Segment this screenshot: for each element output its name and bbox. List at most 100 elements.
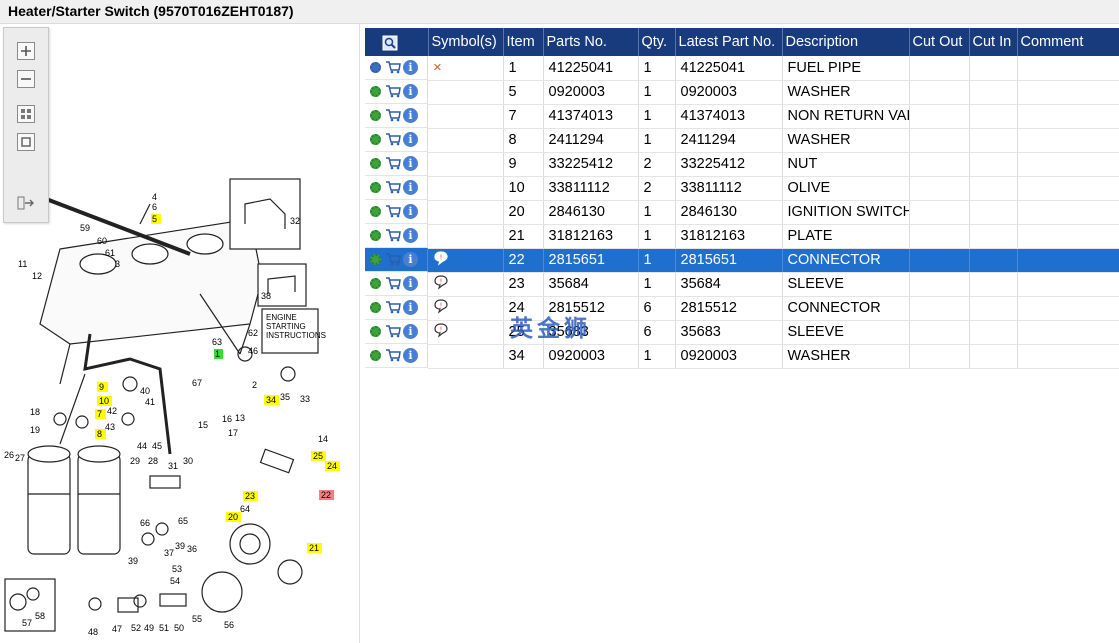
- symbol-cell: !: [428, 272, 504, 297]
- info-icon[interactable]: i: [403, 276, 418, 291]
- zoom-out-button[interactable]: [17, 70, 35, 88]
- col-header-qty[interactable]: Qty.: [638, 28, 676, 56]
- svg-text:60: 60: [97, 236, 107, 246]
- table-row[interactable]: i 8 2411294 1 2411294 WASHER: [365, 128, 1119, 153]
- col-header-description[interactable]: Description: [782, 28, 910, 56]
- cart-icon[interactable]: [385, 180, 401, 196]
- settings-gear-icon[interactable]: [370, 326, 381, 337]
- comment-cell: [1017, 248, 1119, 273]
- cart-icon[interactable]: [385, 348, 401, 364]
- col-header-parts-no[interactable]: Parts No.: [543, 28, 639, 56]
- zoom-in-button[interactable]: [17, 42, 35, 60]
- symbol-cell: [428, 344, 504, 369]
- col-header-item[interactable]: Item: [503, 28, 544, 56]
- cart-icon[interactable]: [385, 204, 401, 220]
- cart-icon[interactable]: [385, 132, 401, 148]
- cut-in-cell: [969, 296, 1018, 321]
- col-header-cut-in[interactable]: Cut In: [969, 28, 1018, 56]
- settings-gear-icon[interactable]: [370, 158, 381, 169]
- info-icon[interactable]: i: [403, 180, 418, 195]
- col-header-symbols[interactable]: Symbol(s): [428, 28, 504, 56]
- cut-out-cell: [909, 248, 970, 273]
- cut-out-cell: [909, 200, 970, 225]
- fit-page-button[interactable]: [17, 133, 35, 151]
- info-icon[interactable]: i: [403, 300, 418, 315]
- parts-diagram[interactable]: ENGINE STARTING INSTRUCTIONS 46 5 596061…: [0, 24, 360, 643]
- row-actions: i: [365, 248, 428, 272]
- col-header-comment[interactable]: Comment: [1017, 28, 1119, 56]
- table-row[interactable]: i 34 0920003 1 0920003 WASHER: [365, 344, 1119, 369]
- note-bubble-icon[interactable]: !: [433, 274, 449, 290]
- latest-part-no-cell: 2846130: [675, 200, 783, 225]
- table-row[interactable]: i 10 33811112 2 33811112 OLIVE: [365, 176, 1119, 201]
- table-row[interactable]: i 9 33225412 2 33225412 NUT: [365, 152, 1119, 177]
- note-bubble-icon[interactable]: !: [433, 298, 449, 314]
- cart-icon[interactable]: [385, 252, 401, 268]
- cart-icon[interactable]: [385, 228, 401, 244]
- settings-gear-icon[interactable]: [370, 206, 381, 217]
- info-icon[interactable]: i: [403, 228, 418, 243]
- info-icon[interactable]: i: [403, 60, 418, 75]
- symbol-cell: ×: [428, 56, 504, 81]
- settings-gear-icon[interactable]: [370, 182, 381, 193]
- cart-icon[interactable]: [385, 156, 401, 172]
- svg-text:!: !: [440, 279, 442, 286]
- svg-text:61: 61: [105, 248, 115, 258]
- qty-cell: 1: [638, 104, 676, 129]
- cart-icon[interactable]: [385, 276, 401, 292]
- settings-gear-icon[interactable]: [370, 230, 381, 241]
- info-icon[interactable]: i: [403, 204, 418, 219]
- cart-icon[interactable]: [385, 108, 401, 124]
- svg-text:55: 55: [192, 614, 202, 624]
- note-bubble-icon[interactable]: !: [433, 322, 449, 338]
- settings-gear-icon[interactable]: [370, 86, 381, 97]
- settings-gear-icon[interactable]: [370, 278, 381, 289]
- comment-cell: [1017, 152, 1119, 177]
- col-header-cut-out[interactable]: Cut Out: [909, 28, 970, 56]
- table-row[interactable]: i 5 0920003 1 0920003 WASHER: [365, 80, 1119, 105]
- table-row[interactable]: i741374013141374013NON RETURN VALVE: [365, 104, 1119, 129]
- settings-gear-icon[interactable]: [370, 254, 381, 265]
- note-bubble-icon[interactable]: !: [433, 250, 449, 266]
- cart-icon[interactable]: [385, 300, 401, 316]
- cart-icon[interactable]: [385, 60, 401, 76]
- svg-text:67: 67: [192, 378, 202, 388]
- table-row[interactable]: i! 23 35684 1 35684 SLEEVE: [365, 272, 1119, 297]
- table-row[interactable]: i! 22 2815651 1 2815651 CONNECTOR: [365, 248, 1119, 273]
- fit-all-button[interactable]: [17, 105, 35, 123]
- settings-gear-icon[interactable]: [370, 350, 381, 361]
- cart-icon[interactable]: [385, 324, 401, 340]
- cart-icon[interactable]: [385, 84, 401, 100]
- info-icon[interactable]: i: [403, 252, 418, 267]
- table-row[interactable]: i 21 31812163 1 31812163 PLATE: [365, 224, 1119, 249]
- svg-text:36: 36: [187, 544, 197, 554]
- settings-gear-icon[interactable]: [370, 110, 381, 121]
- info-icon[interactable]: i: [403, 156, 418, 171]
- cut-in-cell: [969, 128, 1018, 153]
- latest-part-no-cell: 35684: [675, 272, 783, 297]
- table-row[interactable]: i × 1 41225041 1 41225041 FUEL PIPE: [365, 56, 1119, 81]
- table-row[interactable]: i 20 2846130 1 2846130 IGNITION SWITCH: [365, 200, 1119, 225]
- info-icon[interactable]: i: [403, 108, 418, 123]
- info-icon[interactable]: i: [403, 324, 418, 339]
- parts-no-cell: 41374013: [543, 104, 639, 129]
- cut-in-cell: [969, 320, 1018, 345]
- description-cell: NUT: [782, 152, 910, 177]
- info-icon[interactable]: i: [403, 348, 418, 363]
- svg-text:26: 26: [4, 450, 14, 460]
- search-column-header[interactable]: [365, 28, 429, 56]
- settings-gear-icon[interactable]: [370, 134, 381, 145]
- export-button[interactable]: [17, 195, 35, 213]
- info-icon[interactable]: i: [403, 84, 418, 99]
- col-header-latest-part-no[interactable]: Latest Part No.: [675, 28, 783, 56]
- diagram-pane[interactable]: ENGINE STARTING INSTRUCTIONS 46 5 59 60 61…: [0, 24, 360, 643]
- cut-in-cell: [969, 176, 1018, 201]
- settings-gear-icon[interactable]: [370, 62, 381, 73]
- table-row[interactable]: i! 25 35683 6 35683 SLEEVE: [365, 320, 1119, 345]
- svg-text:40: 40: [140, 386, 150, 396]
- settings-gear-icon[interactable]: [370, 302, 381, 313]
- find-in-page-icon[interactable]: [382, 35, 398, 51]
- table-row[interactable]: i! 24 2815512 6 2815512 CONNECTOR: [365, 296, 1119, 321]
- info-icon[interactable]: i: [403, 132, 418, 147]
- qty-cell: 1: [638, 128, 676, 153]
